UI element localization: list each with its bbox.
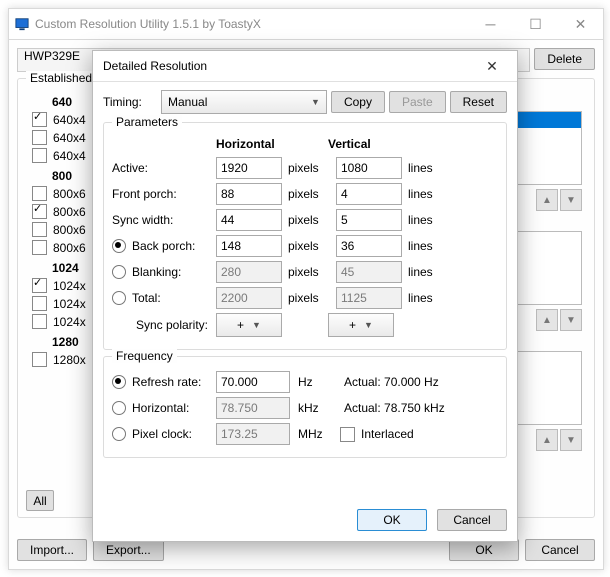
checkbox-icon[interactable]: [32, 278, 47, 293]
move-up-button-2[interactable]: ▲: [536, 309, 558, 331]
col-vertical-label: Vertical: [328, 137, 428, 151]
horizontal-freq-radio[interactable]: [112, 401, 126, 415]
dialog-title-bar: Detailed Resolution ✕: [93, 51, 517, 82]
pixel-clock-radio[interactable]: [112, 427, 126, 441]
main-ok-button[interactable]: OK: [449, 539, 519, 561]
front-porch-h-input[interactable]: [216, 183, 282, 205]
move-down-button-3[interactable]: ▼: [560, 429, 582, 451]
active-label: Active:: [112, 161, 208, 175]
sync-polarity-h-combo[interactable]: +▼: [216, 313, 282, 337]
refresh-rate-actual: Actual: 70.000 Hz: [344, 375, 439, 389]
checkbox-icon[interactable]: [32, 222, 47, 237]
pixel-clock-input: [216, 423, 290, 445]
interlaced-checkbox[interactable]: [340, 427, 355, 442]
checkbox-icon[interactable]: [32, 112, 47, 127]
main-cancel-button[interactable]: Cancel: [525, 539, 595, 561]
dialog-cancel-button[interactable]: Cancel: [437, 509, 507, 531]
front-porch-v-input[interactable]: [336, 183, 402, 205]
parameters-group-title: Parameters: [112, 115, 182, 129]
import-button[interactable]: Import...: [17, 539, 87, 561]
sync-width-v-input[interactable]: [336, 209, 402, 231]
refresh-rate-radio[interactable]: [112, 375, 126, 389]
frequency-group: Frequency Refresh rate: Hz Actual: 70.00…: [103, 356, 507, 458]
sync-width-label: Sync width:: [112, 213, 208, 227]
sync-polarity-v-combo[interactable]: +▼: [328, 313, 394, 337]
horizontal-freq-unit: kHz: [298, 401, 332, 415]
horizontal-freq-input: [216, 397, 290, 419]
col-horizontal-label: Horizontal: [216, 137, 328, 151]
sync-polarity-label: Sync polarity:: [112, 318, 208, 332]
total-h-input: [216, 287, 282, 309]
paste-button[interactable]: Paste: [389, 91, 446, 113]
title-bar: Custom Resolution Utility 1.5.1 by Toast…: [9, 9, 603, 40]
back-porch-label: Back porch:: [132, 239, 195, 253]
unit-pixels: pixels: [288, 161, 328, 175]
horizontal-freq-label: Horizontal:: [132, 401, 189, 415]
pixel-clock-label: Pixel clock:: [132, 427, 192, 441]
copy-button[interactable]: Copy: [331, 91, 385, 113]
checkbox-icon[interactable]: [32, 352, 47, 367]
refresh-rate-input[interactable]: [216, 371, 290, 393]
timing-value: Manual: [168, 95, 207, 109]
timing-combo[interactable]: Manual ▼: [161, 90, 327, 114]
refresh-rate-label: Refresh rate:: [132, 375, 201, 389]
blanking-label: Blanking:: [132, 265, 181, 279]
chevron-down-icon: ▼: [252, 320, 261, 330]
checkbox-icon[interactable]: [32, 314, 47, 329]
export-button[interactable]: Export...: [93, 539, 164, 561]
horizontal-freq-actual: Actual: 78.750 kHz: [344, 401, 445, 415]
timing-label: Timing:: [103, 95, 157, 109]
blanking-radio[interactable]: [112, 265, 126, 279]
app-icon: [15, 17, 29, 31]
established-group-title: Established: [26, 71, 96, 85]
maximize-button[interactable]: ☐: [513, 9, 558, 39]
blanking-h-input: [216, 261, 282, 283]
detailed-resolution-dialog: Detailed Resolution ✕ Timing: Manual ▼ C…: [92, 50, 518, 542]
checkbox-icon[interactable]: [32, 148, 47, 163]
move-up-button-3[interactable]: ▲: [536, 429, 558, 451]
front-porch-label: Front porch:: [112, 187, 208, 201]
parameters-group: Parameters Horizontal Vertical Active: p…: [103, 122, 507, 350]
checkbox-icon[interactable]: [32, 296, 47, 311]
blanking-v-input: [336, 261, 402, 283]
frequency-group-title: Frequency: [112, 349, 177, 363]
pixel-clock-unit: MHz: [298, 427, 332, 441]
checkbox-icon[interactable]: [32, 186, 47, 201]
delete-button[interactable]: Delete: [534, 48, 595, 70]
back-porch-h-input[interactable]: [216, 235, 282, 257]
total-label: Total:: [132, 291, 161, 305]
back-porch-v-input[interactable]: [336, 235, 402, 257]
dialog-close-icon[interactable]: ✕: [477, 58, 507, 75]
refresh-rate-unit: Hz: [298, 375, 332, 389]
move-up-button-1[interactable]: ▲: [536, 189, 558, 211]
total-v-input: [336, 287, 402, 309]
dialog-title: Detailed Resolution: [103, 59, 477, 73]
sync-width-h-input[interactable]: [216, 209, 282, 231]
checkbox-icon[interactable]: [32, 240, 47, 255]
unit-lines: lines: [408, 161, 448, 175]
active-v-input[interactable]: [336, 157, 402, 179]
move-down-button-2[interactable]: ▼: [560, 309, 582, 331]
chevron-down-icon: ▼: [311, 97, 320, 107]
interlaced-label: Interlaced: [361, 427, 414, 441]
close-button[interactable]: ✕: [558, 9, 603, 39]
all-button[interactable]: All: [26, 490, 54, 511]
chevron-down-icon: ▼: [364, 320, 373, 330]
checkbox-icon[interactable]: [32, 204, 47, 219]
reset-button[interactable]: Reset: [450, 91, 507, 113]
active-h-input[interactable]: [216, 157, 282, 179]
total-radio[interactable]: [112, 291, 126, 305]
back-porch-radio[interactable]: [112, 239, 126, 253]
minimize-button[interactable]: ─: [468, 9, 513, 39]
checkbox-icon[interactable]: [32, 130, 47, 145]
move-down-button-1[interactable]: ▼: [560, 189, 582, 211]
dialog-ok-button[interactable]: OK: [357, 509, 427, 531]
window-title: Custom Resolution Utility 1.5.1 by Toast…: [35, 17, 468, 31]
monitor-select-value: HWP329E: [24, 49, 80, 63]
